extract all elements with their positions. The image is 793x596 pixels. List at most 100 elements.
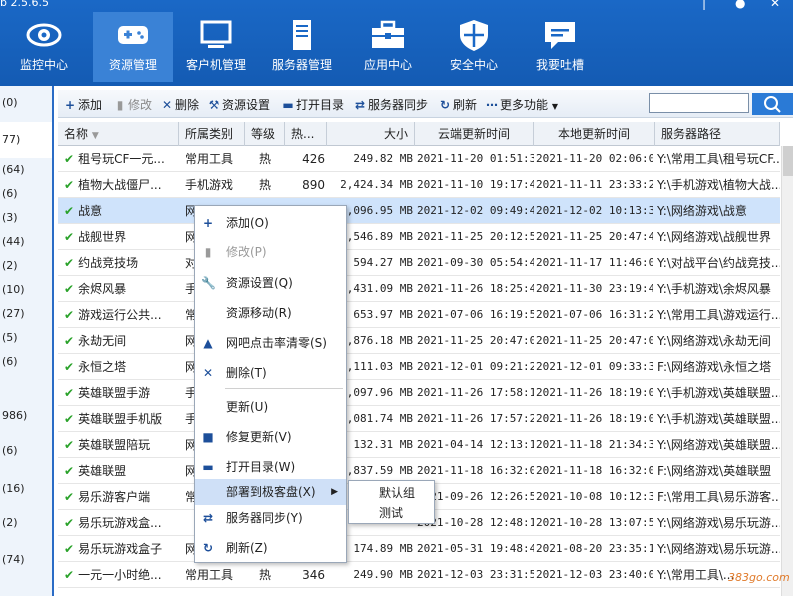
sidebar-item[interactable]: (2)	[0, 259, 52, 272]
cell-local: 2021-11-30 23:19:43	[536, 282, 653, 295]
nav-app-center[interactable]: 应用中心	[348, 12, 428, 82]
table-row[interactable]: ✔ 易乐玩游戏盒子网 174.89 MB 2021-05-31 19:48:46 202…	[58, 536, 780, 562]
table-row[interactable]: ✔ 租号玩CF一元... 常用工具 热 426 249.82 MB 2021-11-20 0…	[58, 146, 780, 172]
toolbar-sync-button[interactable]: ⇄ 服务器同步	[354, 96, 428, 113]
submenu-item-test[interactable]: 测试	[349, 503, 434, 523]
column-header-category[interactable]: 所属类别	[179, 122, 245, 146]
table-row[interactable]: ✔ 战意网 2,096.95 MB 2021-12-02 09:49:46 2021-1…	[58, 198, 780, 224]
column-header-local-time[interactable]: 本地更新时间	[534, 122, 655, 146]
search-input[interactable]	[649, 93, 749, 113]
column-header-name[interactable]: 名称 ▼	[58, 122, 179, 146]
cell-local: 2021-10-08 10:12:35	[536, 490, 653, 503]
sidebar-item[interactable]: (10)	[0, 283, 52, 296]
context-menu-label: 添加(O)	[226, 216, 269, 230]
server-icon	[293, 20, 311, 50]
sidebar-item[interactable]: (27)	[0, 307, 52, 320]
refresh-icon: ↻	[439, 98, 451, 112]
sidebar-item[interactable]: (6)	[0, 444, 52, 457]
cell-local: 2021-11-17 11:46:08	[536, 256, 653, 269]
nav-client-management[interactable]: 客户机管理	[176, 12, 256, 82]
nav-server-management[interactable]: 服务器管理	[262, 12, 342, 82]
deploy-submenu: 默认组 测试	[348, 480, 435, 524]
context-menu-item[interactable]: 🔧 资源设置(Q)	[195, 270, 346, 296]
wrench-icon: 🔧	[201, 276, 216, 290]
context-menu-item[interactable]: 更新(U)	[195, 394, 346, 420]
nav-resource-management[interactable]: 资源管理	[93, 12, 173, 82]
checkmark-icon: ✔	[64, 360, 75, 374]
cell-name-text: 租号玩CF一元...	[78, 152, 165, 166]
column-header-hot[interactable]: 热...	[285, 122, 327, 146]
sidebar-item[interactable]: (3)	[0, 211, 52, 224]
wrench-icon: ⚒	[208, 98, 220, 112]
cell-local: 2021-11-25 20:47:04	[536, 334, 653, 347]
toolbar-add-button[interactable]: + 添加	[64, 96, 102, 113]
table-row[interactable]: ✔ 余烬风暴手 6,431.09 MB 2021-11-26 18:25:42 2021…	[58, 276, 780, 302]
sidebar-item[interactable]: (16)	[0, 482, 52, 495]
sidebar-item[interactable]: 77)	[0, 122, 52, 158]
context-menu-item[interactable]: ▮ 修改(P)	[195, 239, 346, 265]
table-row[interactable]: ✔ 一元一小时绝... 常用工具 热 346 249.90 MB 2021-12-03 23…	[58, 562, 780, 588]
scrollbar-thumb[interactable]	[783, 146, 793, 176]
toolbar-edit-button[interactable]: ▮ 修改	[114, 96, 152, 113]
table-row[interactable]: ✔ 永恒之塔网 5,111.03 MB 2021-12-01 09:21:24 2021…	[58, 354, 780, 380]
window-close-button[interactable]: ✕	[770, 0, 780, 10]
cell-path: Y:\常用工具\游戏运行...	[657, 308, 780, 322]
context-menu-item[interactable]: 资源移动(R)	[195, 300, 346, 326]
column-header-server-path[interactable]: 服务器路径	[655, 122, 780, 146]
table-row[interactable]: ✔ 永劫无间网 6,876.18 MB 2021-11-25 20:47:04 2021…	[58, 328, 780, 354]
delete-icon: ✕	[161, 98, 173, 112]
table-row[interactable]: ✔ 游戏运行公共... 常 653.97 MB 2021-07-06 16:19:59 2…	[58, 302, 780, 328]
nav-monitor-center[interactable]: 监控中心	[4, 12, 84, 82]
table-row[interactable]: ✔ 英雄联盟手游手 9,097.96 MB 2021-11-26 17:58:16 20…	[58, 380, 780, 406]
context-menu-item[interactable]: ▬ 打开目录(W)	[195, 454, 346, 480]
context-menu-item[interactable]: ■ 修复更新(V)	[195, 424, 346, 450]
cell-cloud: 2021-05-31 19:48:46	[417, 542, 534, 555]
cell-local: 2021-12-03 23:40:04	[536, 568, 653, 581]
toolbar-settings-button[interactable]: ⚒ 资源设置	[208, 96, 270, 113]
toolbar-delete-button[interactable]: ✕ 删除	[161, 96, 199, 113]
column-header-size[interactable]: 大小	[327, 122, 415, 146]
context-menu-item[interactable]: ↻ 刷新(Z)	[195, 535, 346, 561]
edit-icon: ▮	[116, 98, 124, 112]
sidebar-item[interactable]: (64)	[0, 163, 52, 176]
search-button[interactable]	[752, 93, 793, 115]
cell-name: ✔ 游戏运行公共...	[64, 302, 179, 328]
sidebar-item[interactable]: (2)	[0, 516, 52, 529]
sidebar-item[interactable]: (0)	[0, 96, 52, 109]
table-row[interactable]: ✔ 约战竞技场对 594.27 MB 2021-09-30 05:54:40 2021-…	[58, 250, 780, 276]
table-row[interactable]: ✔ 植物大战僵尸... 手机游戏 热 890 2,424.34 MB 2021-11-10 …	[58, 172, 780, 198]
sidebar-item[interactable]: (6)	[0, 355, 52, 368]
sidebar-item[interactable]: 986)	[0, 409, 52, 422]
context-menu-item[interactable]: + 添加(O)	[195, 210, 346, 236]
table-scrollbar[interactable]	[781, 146, 793, 596]
toolbar-more-button[interactable]: ⋯ 更多功能 ▼	[486, 96, 558, 113]
table-row[interactable]: ✔ 战舰世界网 9,546.89 MB 2021-11-25 20:12:55 2021…	[58, 224, 780, 250]
window-control-2[interactable]: ●	[735, 0, 745, 10]
checkmark-icon: ✔	[64, 152, 75, 166]
sidebar-item[interactable]: (44)	[0, 235, 52, 248]
sidebar-item[interactable]: (6)	[0, 187, 52, 200]
window-control-1[interactable]: |	[702, 0, 706, 10]
column-header-cloud-time[interactable]: 云端更新时间	[415, 122, 534, 146]
submenu-item-default-group[interactable]: 默认组	[349, 483, 434, 503]
sidebar-item[interactable]: (74)	[0, 553, 52, 566]
context-menu-item[interactable]: ⇄ 服务器同步(Y)	[195, 505, 346, 531]
cell-cloud: 2021-11-10 19:17:47	[417, 178, 534, 191]
toolbar-refresh-button[interactable]: ↻ 刷新	[439, 96, 477, 113]
table-row[interactable]: ✔ 英雄联盟陪玩网 132.31 MB 2021-04-14 12:13:15 2021…	[58, 432, 780, 458]
toolbar-open-dir-button[interactable]: ▬ 打开目录	[282, 96, 344, 113]
cell-name-text: 易乐玩游戏盒...	[78, 516, 162, 530]
context-menu-label: 更新(U)	[226, 400, 269, 414]
context-menu-item[interactable]: 部署到极客盘(X) ▶	[195, 479, 346, 505]
cell-name-text: 永恒之塔	[78, 360, 127, 374]
sidebar-item[interactable]: (5)	[0, 331, 52, 344]
context-menu-item[interactable]: ▲ 网吧点击率清零(S)	[195, 330, 346, 356]
folder-icon: ▬	[282, 98, 294, 112]
column-header-level[interactable]: 等级	[245, 122, 285, 146]
table-row[interactable]: ✔ 英雄联盟手机版手 9,081.74 MB 2021-11-26 17:57:28 2…	[58, 406, 780, 432]
nav-feedback[interactable]: 我要吐槽	[520, 12, 600, 82]
context-menu-item[interactable]: ✕ 删除(T)	[195, 360, 346, 386]
plus-icon: +	[64, 98, 76, 112]
nav-security-center[interactable]: 安全中心	[434, 12, 514, 82]
cell-name: ✔ 易乐玩游戏盒子	[64, 536, 179, 562]
